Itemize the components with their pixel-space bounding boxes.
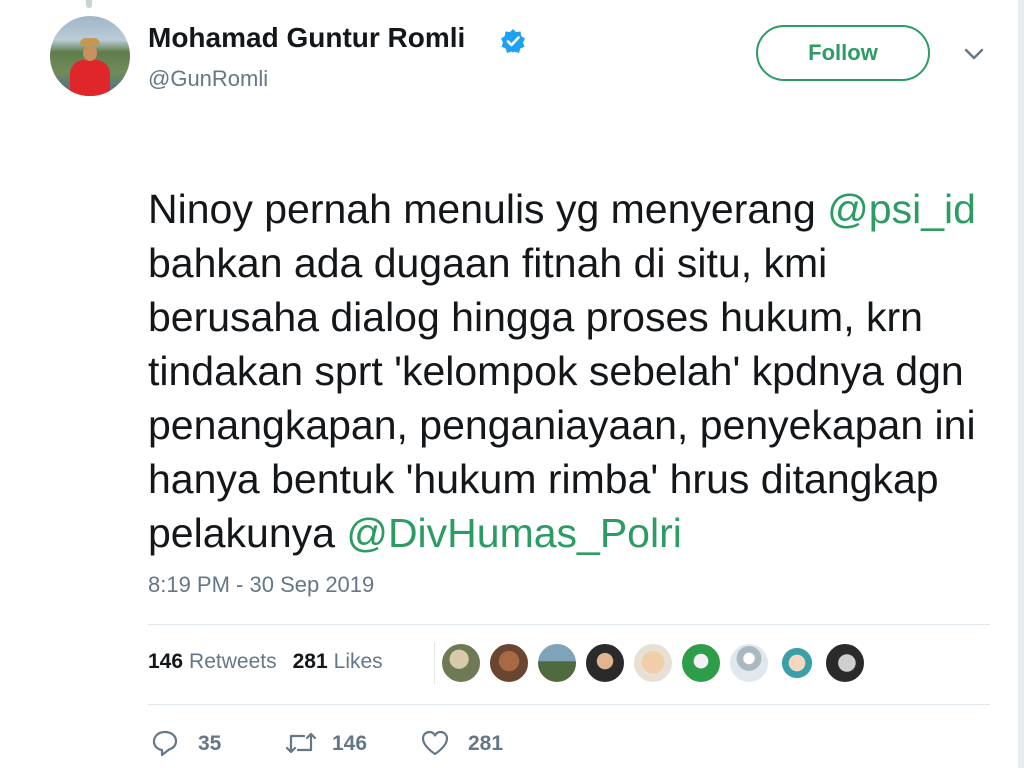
reply-count: 35 [198, 732, 222, 755]
like-count: 281 [468, 732, 504, 755]
likes-count: 281 [292, 650, 328, 673]
avatar-shirt [70, 60, 110, 96]
tweet-timestamp[interactable]: 8:19 PM - 30 Sep 2019 [148, 572, 374, 598]
tweet-stats: 146 Retweets 281 Likes [148, 650, 383, 674]
heart-icon [421, 730, 449, 756]
faces-separator [434, 642, 435, 684]
chevron-down-icon[interactable] [962, 46, 986, 62]
retweets-count: 146 [148, 650, 184, 673]
liker-avatar[interactable] [824, 642, 866, 684]
mention-link[interactable]: @DivHumas_Polri [346, 510, 682, 556]
display-name[interactable]: Mohamad Guntur Romli [148, 22, 465, 54]
tweet-header: Mohamad Guntur Romli @GunRomli Follow [50, 16, 990, 100]
likes-stat[interactable]: 281 Likes [293, 650, 383, 673]
retweets-label: Retweets [189, 650, 277, 673]
retweets-stat[interactable]: 146 Retweets [148, 650, 277, 673]
mention-link[interactable]: @psi_id [827, 186, 976, 232]
verified-badge-icon [501, 29, 525, 53]
user-handle[interactable]: @GunRomli [148, 66, 268, 92]
reply-icon [152, 730, 178, 757]
tweet-text-segment: bahkan ada dugaan fitnah di situ, kmi be… [148, 240, 976, 556]
follow-button[interactable]: Follow [756, 25, 930, 81]
liker-avatar[interactable] [632, 642, 674, 684]
right-border [1018, 0, 1024, 768]
liker-avatar[interactable] [440, 642, 482, 684]
divider [148, 624, 990, 625]
avatar-hat [80, 38, 100, 46]
likes-label: Likes [333, 650, 383, 673]
top-mark [86, 0, 92, 8]
liker-avatar[interactable] [584, 642, 626, 684]
avatar-face [83, 45, 97, 61]
liker-avatar[interactable] [536, 642, 578, 684]
tweet-text: Ninoy pernah menulis yg menyerang @psi_i… [148, 128, 988, 560]
liker-avatar[interactable] [488, 642, 530, 684]
divider [148, 704, 990, 705]
liker-avatar[interactable] [680, 642, 722, 684]
liker-avatar[interactable] [776, 642, 818, 684]
retweet-icon [285, 732, 317, 754]
avatar[interactable] [50, 16, 130, 96]
liker-avatar[interactable] [728, 642, 770, 684]
retweet-count: 146 [332, 732, 368, 755]
tweet-text-segment: Ninoy pernah menulis yg menyerang [148, 186, 828, 232]
